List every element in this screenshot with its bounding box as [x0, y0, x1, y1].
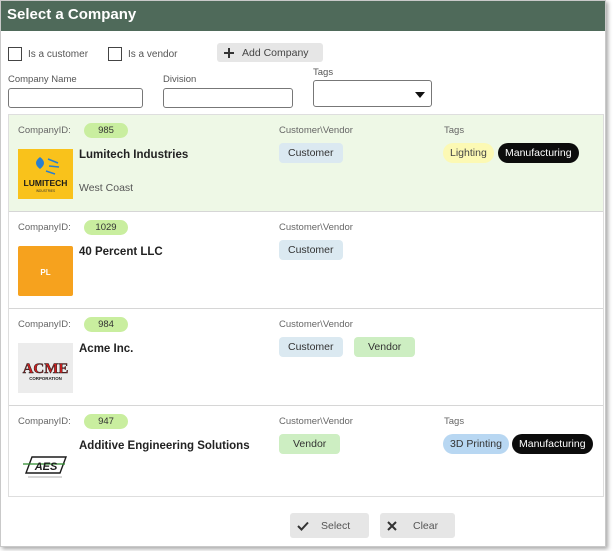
close-icon: [387, 520, 397, 531]
company-id-value: 984: [84, 317, 128, 332]
company-card[interactable]: CompanyID: 947 AES Additive Engineering …: [9, 406, 603, 496]
dialog-title: Select a Company: [7, 6, 137, 23]
tag-3d-printing: 3D Printing: [443, 434, 509, 454]
clear-button[interactable]: Clear: [380, 513, 455, 538]
company-name: 40 Percent LLC: [79, 246, 163, 258]
40-percent-logo: PL: [18, 246, 73, 296]
logo-wordmark: LUMITECH: [24, 178, 68, 188]
customer-vendor-label: Customer\Vendor: [279, 319, 353, 330]
is-customer-filter[interactable]: Is a customer: [8, 47, 88, 61]
add-company-label: Add Company: [242, 46, 309, 59]
is-vendor-checkbox[interactable]: [108, 47, 122, 61]
company-card[interactable]: CompanyID: 1029 PL 40 Percent LLC Custom…: [9, 212, 603, 309]
tags-select[interactable]: [313, 80, 432, 107]
select-label: Select: [321, 519, 351, 532]
is-vendor-label: Is a vendor: [128, 48, 178, 60]
division-input[interactable]: [163, 88, 293, 108]
vendor-badge: Vendor: [279, 434, 341, 454]
check-icon: [297, 521, 309, 531]
logo-subtext: INDUSTRIES: [36, 189, 55, 193]
add-company-button[interactable]: Add Company: [217, 43, 323, 62]
tags-label: Tags: [444, 125, 465, 136]
company-card[interactable]: CompanyID: 984 ACME CORPORATION Acme Inc…: [9, 309, 603, 406]
company-id-label: CompanyID:: [18, 222, 71, 233]
plus-icon: [224, 47, 234, 58]
select-company-dialog: Select a Company Is a customer Is a vend…: [0, 0, 606, 547]
customer-badge: Customer: [279, 337, 343, 357]
customer-badge: Customer: [279, 143, 343, 163]
caret-down-icon: [415, 92, 425, 98]
customer-badge: Customer: [279, 240, 343, 260]
tag-manufacturing: Manufacturing: [512, 434, 593, 454]
company-name: Lumitech Industries: [79, 149, 189, 161]
tag-manufacturing: Manufacturing: [498, 143, 579, 163]
customer-vendor-label: Customer\Vendor: [279, 222, 353, 233]
company-id-label: CompanyID:: [18, 125, 71, 136]
clear-label: Clear: [413, 519, 439, 532]
logo-wordmark: AES: [34, 461, 58, 473]
is-customer-label: Is a customer: [28, 48, 89, 60]
is-customer-checkbox[interactable]: [8, 47, 22, 61]
customer-vendor-label: Customer\Vendor: [279, 416, 353, 427]
select-button[interactable]: Select: [290, 513, 369, 538]
acme-logo: ACME CORPORATION: [18, 343, 73, 393]
company-name: Acme Inc.: [79, 343, 134, 355]
company-id-label: CompanyID:: [18, 416, 71, 427]
tags-label: Tags: [444, 416, 465, 427]
company-id-value: 947: [84, 414, 128, 429]
company-name-input[interactable]: [8, 88, 143, 108]
tag-lighting: Lighting: [443, 143, 494, 163]
company-name-label: Company Name: [8, 74, 77, 85]
logo-subtext: CORPORATION: [29, 376, 62, 381]
company-name: Additive Engineering Solutions: [79, 440, 250, 452]
dialog-title-bar: Select a Company: [1, 1, 605, 31]
company-id-value: 1029: [84, 220, 128, 235]
aes-logo: AES: [18, 440, 73, 490]
division-label: Division: [163, 74, 197, 85]
is-vendor-filter[interactable]: Is a vendor: [108, 47, 177, 61]
company-id-label: CompanyID:: [18, 319, 71, 330]
company-id-value: 985: [84, 123, 128, 138]
lumitech-logo: LUMITECH INDUSTRIES: [18, 149, 73, 199]
company-card[interactable]: CompanyID: 985 LUMITECH INDUSTRIES Lumit…: [9, 115, 603, 212]
company-list[interactable]: CompanyID: 985 LUMITECH INDUSTRIES Lumit…: [8, 114, 604, 497]
customer-vendor-label: Customer\Vendor: [279, 125, 353, 136]
company-division: West Coast: [79, 182, 134, 194]
logo-initials: PL: [40, 268, 50, 277]
logo-wordmark: ACME: [23, 361, 69, 377]
vendor-badge: Vendor: [354, 337, 416, 357]
tags-filter-label: Tags: [313, 67, 334, 78]
